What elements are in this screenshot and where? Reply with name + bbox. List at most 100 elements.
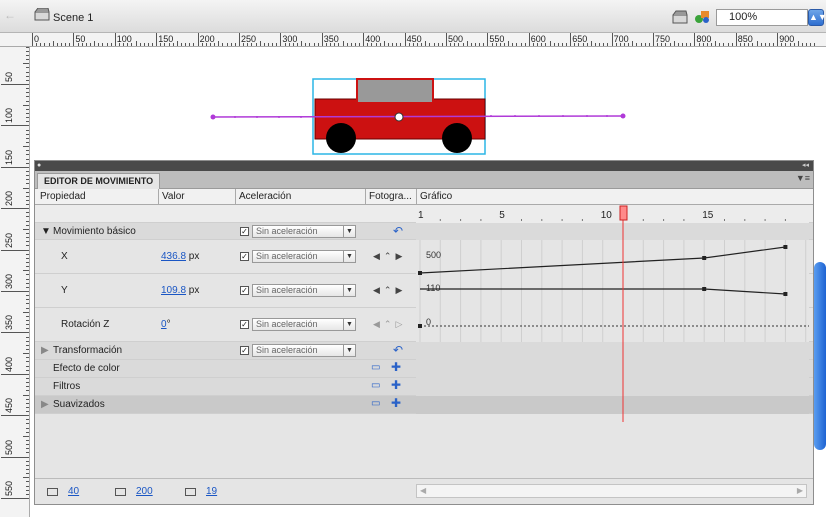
ruler-label: 50 xyxy=(4,71,14,82)
easing-select[interactable]: Sin aceleración ▼ xyxy=(252,344,356,357)
ruler-minor-tick xyxy=(690,43,692,46)
easing-control[interactable]: ✓ Sin aceleración ▼ xyxy=(240,344,356,357)
value-field[interactable]: 436.8 px xyxy=(161,251,199,262)
tab-motion-editor[interactable]: EDITOR DE MOVIMIENTO xyxy=(37,173,161,189)
easing-select[interactable]: Sin aceleración ▼ xyxy=(252,225,356,238)
ruler-minor-tick xyxy=(677,43,679,46)
ruler-minor-tick xyxy=(26,266,29,268)
panel-titlebar[interactable]: ● xyxy=(35,161,813,171)
ruler-minor-tick xyxy=(26,220,29,222)
easing-checkbox[interactable]: ✓ xyxy=(240,286,249,295)
visible-frames-control[interactable]: 19 xyxy=(185,486,217,497)
keyframe-nav-icons[interactable]: ◀⌃▷ xyxy=(373,319,406,330)
keyframe-nav-icons[interactable]: ◀⌃▶ xyxy=(373,285,406,296)
ruler-minor-tick xyxy=(512,43,514,46)
graph-row-band xyxy=(416,223,809,240)
value-field[interactable]: 0° xyxy=(161,319,171,330)
ruler-minor-tick xyxy=(26,233,29,235)
motion-path[interactable] xyxy=(212,115,624,118)
easing-control[interactable]: ✓ Sin aceleración ▼ xyxy=(240,318,356,331)
graph-row-band xyxy=(416,240,809,274)
chevron-down-icon: ▼ xyxy=(343,251,355,262)
ruler-minor-tick xyxy=(508,41,510,46)
ruler-minor-tick xyxy=(681,43,683,46)
ruler-minor-tick xyxy=(26,469,29,471)
playhead-handle[interactable] xyxy=(619,205,628,221)
expand-triangle-icon[interactable]: ▶ xyxy=(41,345,49,356)
back-arrow-icon[interactable]: ← xyxy=(4,8,16,22)
ruler-minor-tick xyxy=(26,278,29,280)
easing-checkbox[interactable]: ✓ xyxy=(240,320,249,329)
ruler-minor-tick xyxy=(284,43,286,46)
ruler-minor-tick xyxy=(785,43,787,46)
graph-size-control[interactable]: 40 xyxy=(47,486,79,497)
ruler-minor-tick xyxy=(26,162,29,164)
motion-path-start[interactable] xyxy=(210,114,216,120)
expand-triangle-icon[interactable]: ▶ xyxy=(41,399,49,410)
panel-menu-icon[interactable]: ▼≡ xyxy=(796,173,810,183)
edit-symbols-icon[interactable] xyxy=(693,10,711,24)
ruler-minor-tick xyxy=(338,43,340,46)
registration-point[interactable] xyxy=(394,112,404,122)
ruler-minor-tick xyxy=(301,41,303,46)
car-artwork[interactable] xyxy=(31,47,826,167)
zoom-field[interactable]: 100% xyxy=(716,9,808,26)
ruler-minor-tick xyxy=(789,43,791,46)
easing-checkbox[interactable]: ✓ xyxy=(240,227,249,236)
keyframe-nav-icons[interactable]: ◀⌃▶ xyxy=(373,251,406,262)
property-graphs[interactable]: 1 5 10 155001100 xyxy=(416,205,809,422)
ruler-minor-tick xyxy=(26,365,29,367)
easing-checkbox[interactable]: ✓ xyxy=(240,252,249,261)
ruler-minor-tick xyxy=(26,344,29,346)
collapse-panel-icon[interactable]: ◂◂ xyxy=(802,161,809,171)
chevron-down-icon: ▼ xyxy=(343,285,355,296)
column-property: Propiedad xyxy=(40,191,86,202)
easing-control[interactable]: ✓ Sin aceleración ▼ xyxy=(240,250,356,263)
ruler-minor-tick xyxy=(624,43,626,46)
add-filter-icon[interactable]: ✚ xyxy=(391,378,401,392)
ruler-minor-tick xyxy=(127,43,129,46)
ruler-minor-tick xyxy=(698,43,700,46)
expanded-graph-size-control[interactable]: 200 xyxy=(115,486,153,497)
ruler-major-tick xyxy=(1,332,29,334)
graph-area[interactable]: 1 5 10 15 500 110 0 xyxy=(416,205,809,422)
ruler-minor-tick xyxy=(773,43,775,46)
ruler-minor-tick xyxy=(549,41,551,46)
graph-horizontal-scrollbar[interactable]: ◀ ▶ xyxy=(416,484,807,498)
ruler-minor-tick xyxy=(26,183,29,185)
ruler-minor-tick xyxy=(26,92,29,94)
easing-checkbox[interactable]: ✓ xyxy=(240,346,249,355)
reset-values-icon[interactable]: ↶ xyxy=(393,224,403,238)
ruler-minor-tick xyxy=(334,43,336,46)
easing-control[interactable]: ✓ Sin aceleración ▼ xyxy=(240,284,356,297)
ruler-minor-tick xyxy=(814,43,816,46)
value-field[interactable]: 109.8 px xyxy=(161,285,199,296)
ruler-minor-tick xyxy=(661,43,663,46)
motion-path-end[interactable] xyxy=(620,113,626,119)
easing-select[interactable]: Sin aceleración ▼ xyxy=(252,250,356,263)
ruler-minor-tick xyxy=(715,41,717,46)
remove-filter-icon[interactable]: ▭ xyxy=(371,380,380,391)
ruler-minor-tick xyxy=(251,43,253,46)
expand-triangle-icon[interactable]: ▼ xyxy=(41,226,51,237)
remove-ease-icon[interactable]: ▭ xyxy=(371,398,380,409)
zoom-dropdown-button[interactable]: ▲▼ xyxy=(808,9,826,26)
frame-label: 15 xyxy=(702,210,714,221)
easing-control[interactable]: ✓ Sin aceleración ▼ xyxy=(240,225,356,238)
ruler-minor-tick xyxy=(214,43,216,46)
ruler-minor-tick xyxy=(421,43,423,46)
edit-scene-icon[interactable] xyxy=(672,10,690,24)
scene-label[interactable]: Scene 1 xyxy=(53,12,93,24)
row-label: Filtros xyxy=(53,381,81,392)
row-label: Movimiento básico xyxy=(53,226,136,237)
stage-vertical-scrollbar[interactable] xyxy=(814,262,826,450)
ruler-minor-tick xyxy=(26,237,29,239)
add-effect-icon[interactable]: ✚ xyxy=(391,360,401,374)
add-ease-icon[interactable]: ✚ xyxy=(391,396,401,410)
easing-select[interactable]: Sin aceleración ▼ xyxy=(252,284,356,297)
easing-select[interactable]: Sin aceleración ▼ xyxy=(252,318,356,331)
remove-effect-icon[interactable]: ▭ xyxy=(371,362,380,373)
ruler-minor-tick xyxy=(524,43,526,46)
reset-values-icon[interactable]: ↶ xyxy=(393,343,403,357)
ruler-minor-tick xyxy=(26,427,29,429)
